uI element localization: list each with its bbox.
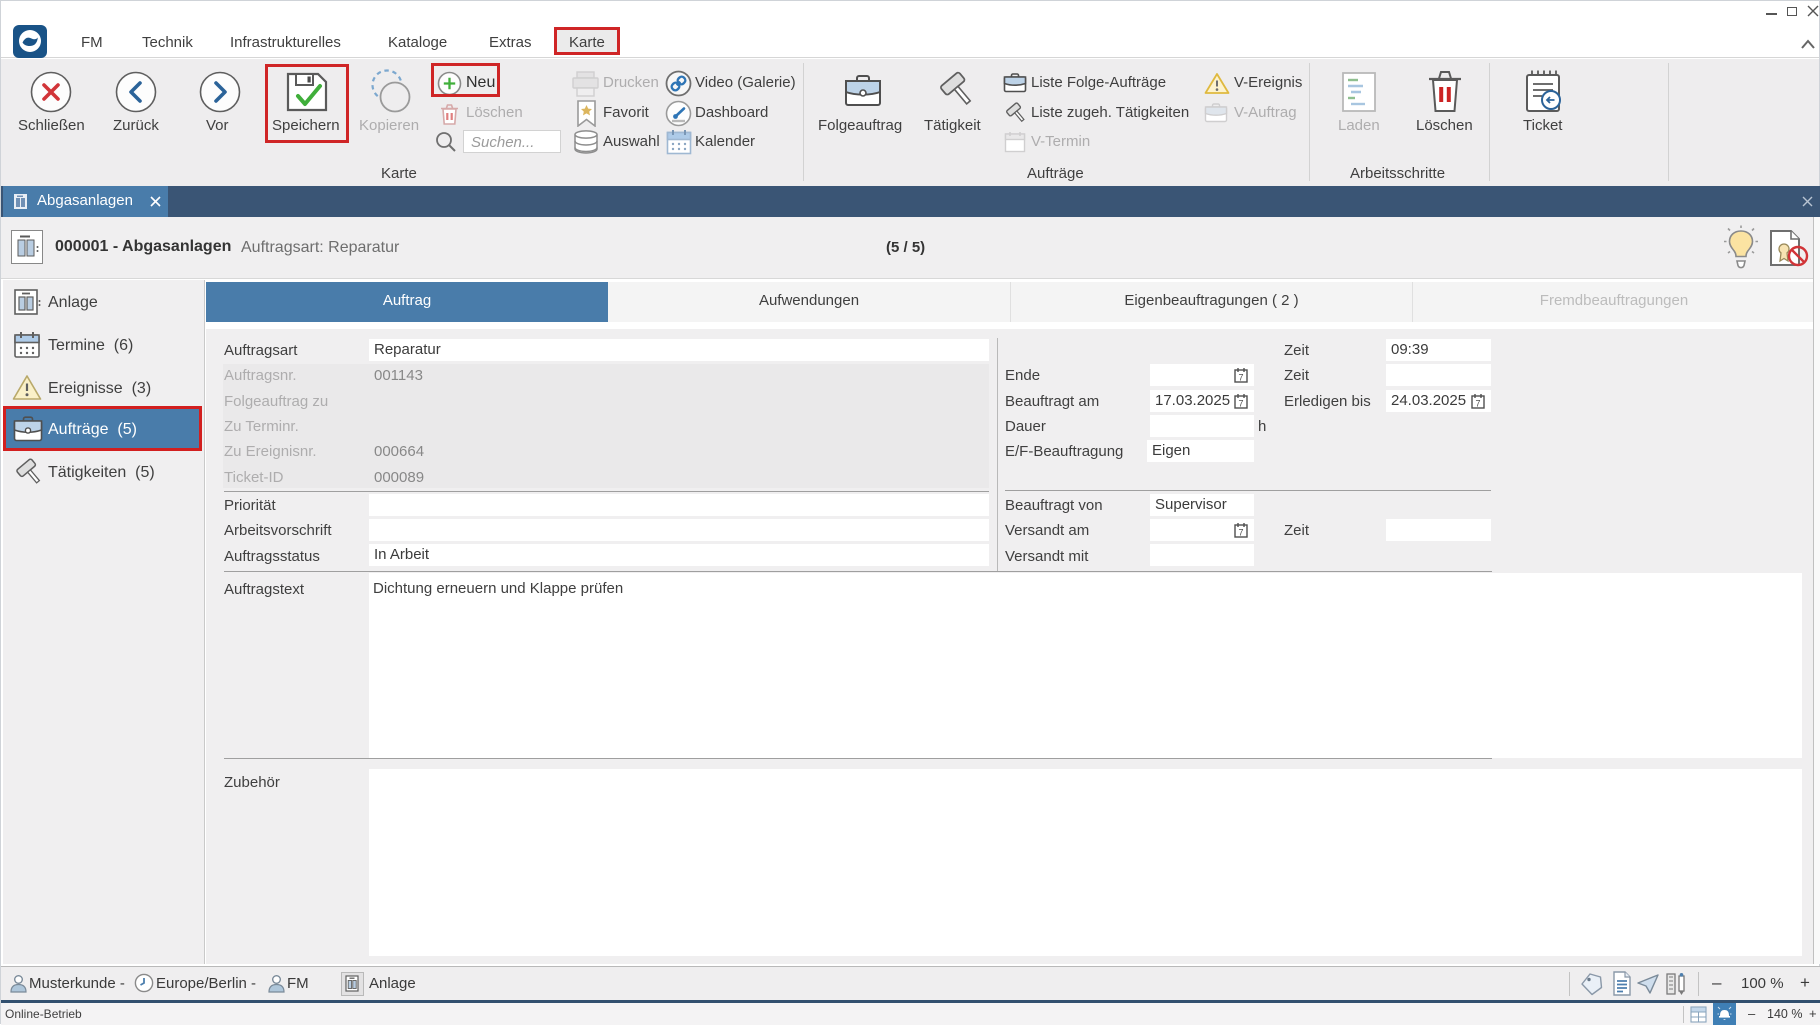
svg-text:7: 7 [1475,399,1480,409]
svg-text:7: 7 [1238,528,1243,538]
svg-text:7: 7 [1238,373,1243,383]
svg-text:7: 7 [1238,399,1243,409]
